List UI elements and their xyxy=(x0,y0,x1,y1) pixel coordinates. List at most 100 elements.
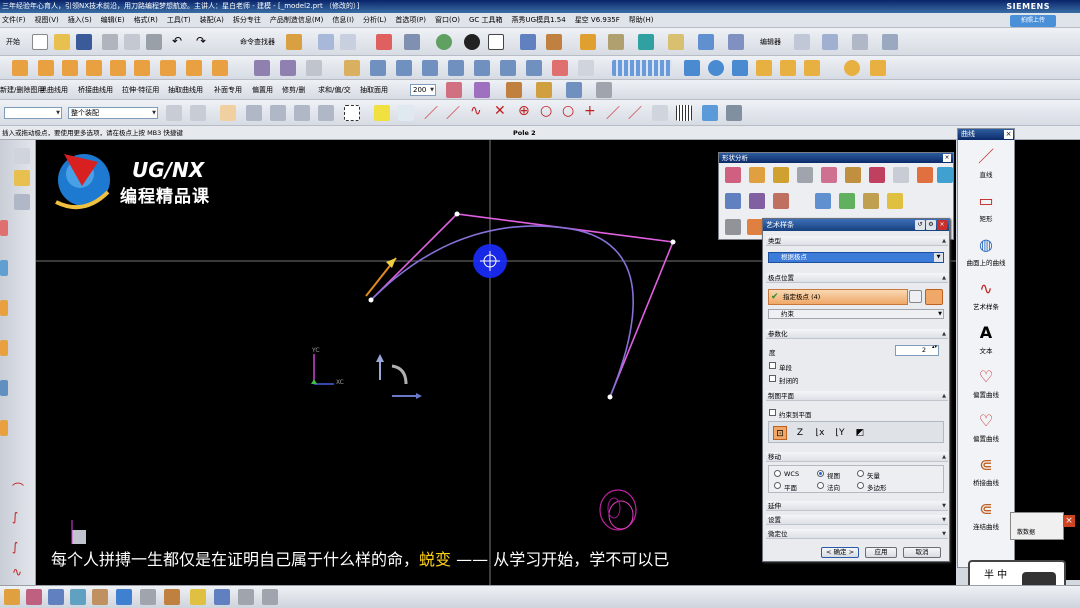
menu-file[interactable]: 文件(F) xyxy=(2,15,26,25)
circle-icon[interactable] xyxy=(708,60,724,76)
rotate-icon[interactable] xyxy=(852,34,868,50)
analysis-icon-17[interactable] xyxy=(887,193,903,209)
tools-icon[interactable] xyxy=(726,105,742,121)
section-type[interactable]: 类型 xyxy=(766,236,948,246)
revolve-icon[interactable] xyxy=(134,60,150,76)
point-dialog-icon[interactable] xyxy=(909,290,922,303)
pole-point-1[interactable] xyxy=(368,297,374,303)
background-icon[interactable] xyxy=(488,34,504,50)
section-micro-position[interactable]: 微定位 xyxy=(766,529,948,539)
section-parameterization[interactable]: 参数化 xyxy=(766,329,948,339)
menu-info[interactable]: 信息(I) xyxy=(332,15,354,25)
pole-point-4[interactable] xyxy=(607,394,613,400)
macro-extract-curve[interactable]: 抽取曲线用 xyxy=(168,85,203,95)
analysis-icon-16[interactable] xyxy=(863,193,879,209)
analysis-icon-3[interactable] xyxy=(773,167,789,183)
analysis-icon-1[interactable] xyxy=(725,167,741,183)
rectangle-select-icon[interactable] xyxy=(344,105,360,121)
snap-icon[interactable] xyxy=(286,34,302,50)
analysis-icon-2[interactable] xyxy=(749,167,765,183)
filter-icon-2[interactable] xyxy=(190,105,206,121)
move-view-radio[interactable] xyxy=(817,470,824,477)
resource-icon-1[interactable] xyxy=(14,148,30,164)
analysis-icon-6[interactable] xyxy=(845,167,861,183)
select-icon-1[interactable] xyxy=(246,105,262,121)
infer-point-icon[interactable] xyxy=(925,289,943,305)
analysis-icon-8[interactable] xyxy=(893,167,909,183)
intersection-snap-icon[interactable]: ✕ xyxy=(494,103,506,119)
section-move[interactable]: 移动 xyxy=(766,452,948,462)
curve-tool-icon-6[interactable] xyxy=(596,82,612,98)
face-icon-2[interactable] xyxy=(396,60,412,76)
snap-point-icon[interactable] xyxy=(220,105,236,121)
control-point-snap-icon[interactable]: ∿ xyxy=(470,103,482,119)
pole-point-2[interactable] xyxy=(454,211,460,217)
menu-preferences[interactable]: 首选项(P) xyxy=(395,15,426,25)
face-icon-7[interactable] xyxy=(526,60,542,76)
drag-handle[interactable] xyxy=(473,244,507,278)
color-icon[interactable] xyxy=(464,34,480,50)
section-settings[interactable]: 设置 xyxy=(766,515,948,525)
constraint-combo[interactable]: 约束 xyxy=(768,309,944,319)
box-icon[interactable] xyxy=(698,34,714,50)
curve-tool-icon-3[interactable] xyxy=(506,82,522,98)
layer-icon[interactable] xyxy=(546,34,562,50)
palette-line[interactable]: ／ 直线 xyxy=(958,147,1014,179)
mirror-icon[interactable] xyxy=(882,34,898,50)
analysis-icon-13[interactable] xyxy=(773,193,789,209)
macro-extrude[interactable]: 拉伸·特征用 xyxy=(122,85,159,95)
column-icon-3[interactable] xyxy=(756,60,772,76)
specify-pole-selector[interactable]: ✔ 指定极点 (4) xyxy=(768,289,908,305)
curve-icon-left-3[interactable]: ∫ xyxy=(12,540,18,554)
macro-unite[interactable]: 求和/偏/交 xyxy=(318,85,351,95)
gear-icon[interactable] xyxy=(844,60,860,76)
close-icon[interactable]: × xyxy=(943,154,951,162)
cube-icon[interactable] xyxy=(728,34,744,50)
column-icon-4[interactable] xyxy=(780,60,796,76)
palette-text[interactable]: A 文本 xyxy=(958,323,1014,355)
select-icon-3[interactable] xyxy=(294,105,310,121)
macro-trim[interactable]: 修剪/删 xyxy=(282,85,305,95)
hole-icon[interactable] xyxy=(160,60,176,76)
bottom-icon-2[interactable] xyxy=(26,589,42,605)
plane-zc-icon[interactable]: ⌊Y xyxy=(833,426,847,440)
move-plane-radio[interactable] xyxy=(774,482,781,489)
dialog-settings-icon[interactable]: ⚙ xyxy=(926,220,936,230)
bottom-icon-12[interactable] xyxy=(262,589,278,605)
curve-tool-icon-1[interactable] xyxy=(446,82,462,98)
move-vector-radio[interactable] xyxy=(857,470,864,477)
book-icon[interactable] xyxy=(580,34,596,50)
bottom-icon-8[interactable] xyxy=(164,589,180,605)
open-folder-icon[interactable] xyxy=(54,34,70,50)
snap-options-icon[interactable] xyxy=(652,105,668,121)
point-on-curve-icon[interactable]: ○ xyxy=(562,103,574,119)
face-icon-4[interactable] xyxy=(448,60,464,76)
quadrant-snap-icon[interactable]: ○ xyxy=(540,103,552,119)
midpoint-snap-icon[interactable]: ／ xyxy=(446,103,460,123)
bounded-grid-icon[interactable]: ／ xyxy=(628,103,642,123)
resource-icon-4[interactable] xyxy=(0,220,8,236)
copy-icon[interactable] xyxy=(124,34,140,50)
start-menu-button[interactable]: 开始 xyxy=(6,37,20,47)
apply-button[interactable]: 应用 xyxy=(865,547,897,558)
point-on-face-icon[interactable]: ／ xyxy=(606,103,620,123)
filter-icon-1[interactable] xyxy=(166,105,182,121)
blend-icon[interactable] xyxy=(254,60,270,76)
control-polygon[interactable] xyxy=(370,213,675,398)
menu-xingkong[interactable]: 星空 V6.935F xyxy=(575,15,620,25)
analysis-icon-15[interactable] xyxy=(839,193,855,209)
palette-bridge-curve[interactable]: ⋐ 桥接曲线 xyxy=(958,455,1014,487)
curve-icon-left-1[interactable]: ⌒ xyxy=(12,480,24,497)
dialog-title-bar[interactable]: 艺术样条 ↺ ⚙ × xyxy=(763,219,949,231)
curve-tool-icon-4[interactable] xyxy=(536,82,552,98)
analysis-icon-14[interactable] xyxy=(815,193,831,209)
analysis-icon-7[interactable] xyxy=(869,167,885,183)
type-filter-combo[interactable] xyxy=(4,107,62,119)
type-select[interactable]: 根据极点 xyxy=(768,252,944,263)
reset-icon[interactable]: ↺ xyxy=(915,220,925,230)
zoom-combo[interactable]: 200 xyxy=(410,84,436,96)
column-icon-5[interactable] xyxy=(804,60,820,76)
single-segment-checkbox[interactable] xyxy=(769,362,776,369)
part-icon[interactable] xyxy=(668,34,684,50)
boss-icon[interactable] xyxy=(186,60,202,76)
